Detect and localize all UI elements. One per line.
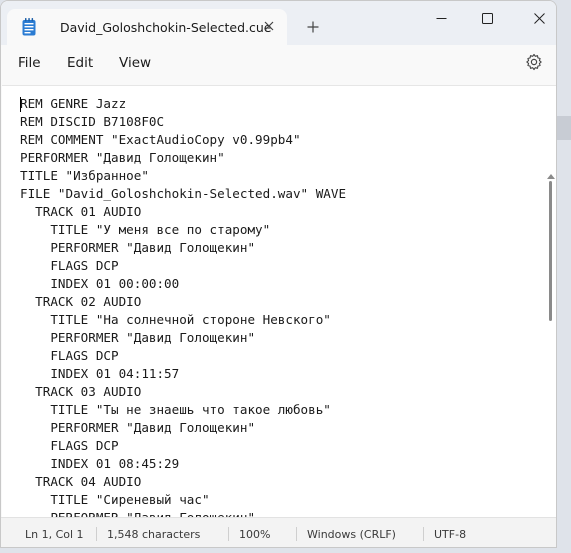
editor-line: FILE "David_Goloshchokin-Selected.wav" W… — [20, 186, 347, 201]
background-window-edge — [557, 116, 571, 140]
editor-line: TRACK 01 AUDIO — [20, 204, 142, 219]
editor-line: PERFORMER "Давид Голощекин" — [20, 330, 256, 345]
tab-active[interactable]: David_Goloshchokin-Selected.cue — [7, 9, 287, 46]
editor-line: TRACK 03 AUDIO — [20, 384, 142, 399]
editor-line: TRACK 02 AUDIO — [20, 294, 142, 309]
close-window-icon[interactable] — [524, 7, 554, 29]
new-tab-plus-icon[interactable] — [304, 18, 322, 36]
menu-file[interactable]: File — [18, 55, 41, 71]
editor-line: REM DISCID B7108F0C — [20, 114, 165, 129]
editor-line: FLAGS DCP — [20, 438, 119, 453]
cursor-position: Ln 1, Col 1 — [25, 528, 84, 541]
status-divider — [296, 527, 297, 541]
editor-content: REM GENRE Jazz REM DISCID B7108F0C REM COM… — [20, 95, 346, 517]
zoom-level[interactable]: 100% — [239, 528, 270, 541]
maximize-icon[interactable] — [472, 7, 502, 29]
scroll-up-arrow-icon[interactable] — [547, 174, 555, 179]
editor-line: TITLE "Сиреневый час" — [20, 492, 210, 507]
title-bar: David_Goloshchokin-Selected.cue — [1, 1, 556, 46]
menu-bar: File Edit View — [1, 45, 556, 83]
editor-line: INDEX 01 08:45:29 — [20, 456, 180, 471]
text-editor[interactable]: REM GENRE Jazz REM DISCID B7108F0C REM COM… — [2, 85, 556, 517]
gear-icon[interactable] — [525, 53, 543, 71]
status-divider — [228, 527, 229, 541]
text-caret — [20, 97, 21, 112]
notepad-window: David_Goloshchokin-Selected.cue File Edi… — [0, 0, 557, 548]
editor-line: FLAGS DCP — [20, 348, 119, 363]
menu-edit[interactable]: Edit — [67, 55, 93, 71]
editor-line: FLAGS DCP — [20, 258, 119, 273]
editor-line: PERFORMER "Давид Голощекин" — [20, 509, 346, 517]
tab-title: David_Goloshchokin-Selected.cue — [60, 20, 272, 35]
editor-line: PERFORMER "Давид Голощекин" — [20, 150, 225, 165]
editor-line: REM GENRE Jazz — [20, 96, 127, 111]
editor-line: PERFORMER "Давид Голощекин" — [20, 240, 256, 255]
line-ending[interactable]: Windows (CRLF) — [307, 528, 396, 541]
close-tab-icon[interactable] — [260, 17, 278, 35]
status-bar: Ln 1, Col 1 1,548 characters 100% Window… — [1, 517, 556, 547]
editor-line: INDEX 01 04:11:57 — [20, 366, 180, 381]
status-divider — [423, 527, 424, 541]
editor-line: INDEX 01 00:00:00 — [20, 276, 180, 291]
encoding[interactable]: UTF-8 — [434, 528, 466, 541]
character-count: 1,548 characters — [107, 528, 201, 541]
minimize-icon[interactable] — [426, 7, 456, 29]
editor-line: REM COMMENT "ExactAudioCopy v0.99pb4" — [20, 132, 301, 147]
editor-line: TRACK 04 AUDIO — [20, 474, 142, 489]
editor-line: TITLE "У меня все по старому" — [20, 222, 271, 237]
notepad-icon — [22, 18, 36, 36]
editor-line: TITLE "На солнечной стороне Невского" — [20, 312, 331, 327]
editor-line: TITLE "Ты не знаешь что такое любовь" — [20, 402, 331, 417]
status-divider — [96, 527, 97, 541]
editor-line: PERFORMER "Давид Голощекин" — [20, 420, 256, 435]
editor-line: TITLE "Избранное" — [20, 168, 149, 183]
vertical-scrollbar[interactable] — [549, 181, 552, 321]
menu-view[interactable]: View — [119, 55, 151, 71]
